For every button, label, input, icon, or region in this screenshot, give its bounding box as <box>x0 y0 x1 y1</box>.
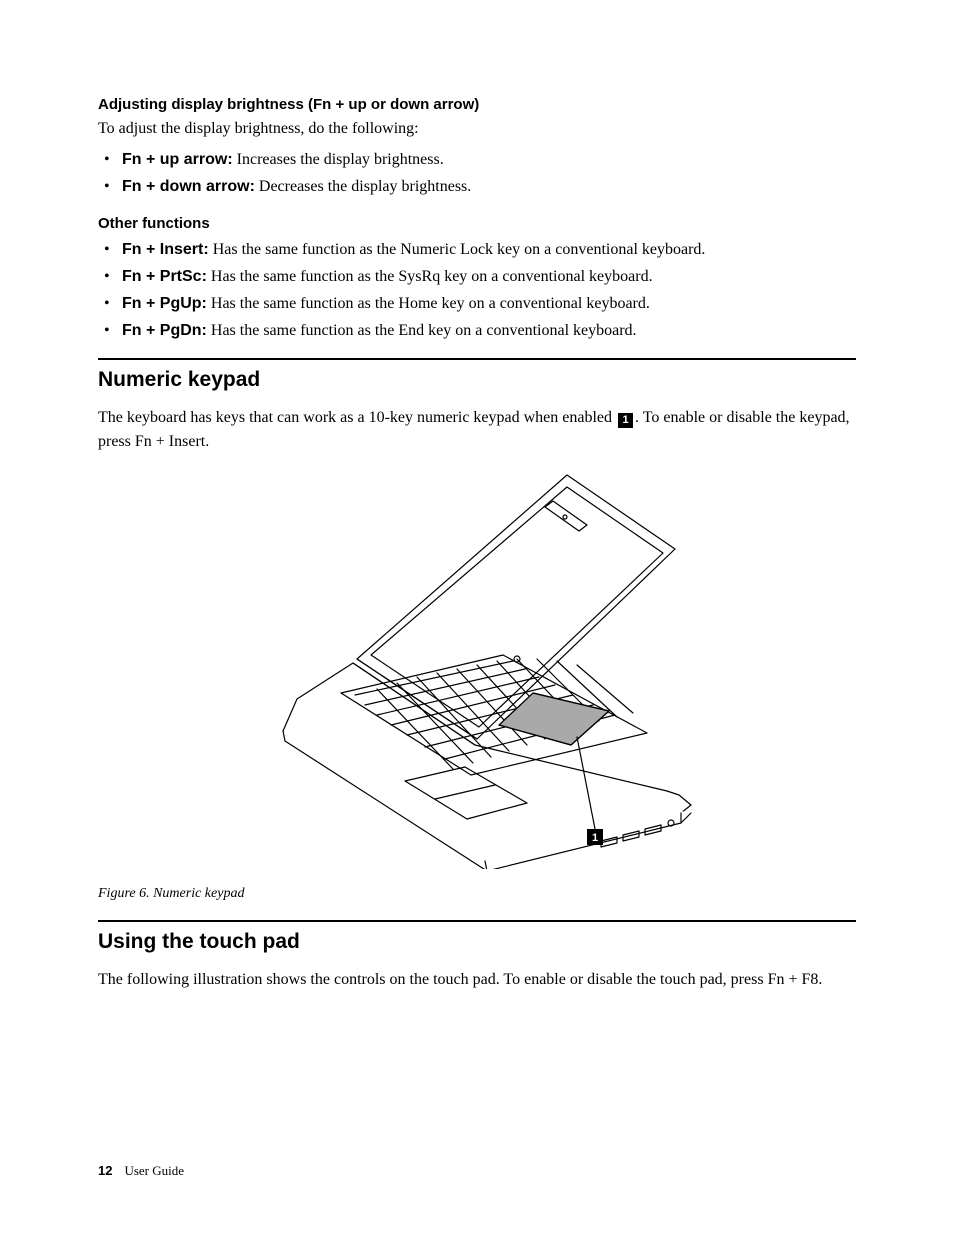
brightness-list: Fn + up arrow: Increases the display bri… <box>98 146 856 200</box>
key-label: Fn + PrtSc: <box>122 268 207 285</box>
key-desc: Has the same function as the Numeric Loc… <box>209 241 706 258</box>
page-number: 12 <box>98 1163 112 1178</box>
figure-callout-1-label: 1 <box>592 832 598 844</box>
key-label: Fn + Insert: <box>122 241 209 258</box>
figure-numeric-keypad: 1 <box>98 469 856 874</box>
section-divider <box>98 920 856 922</box>
numeric-paragraph: The keyboard has keys that can work as a… <box>98 406 856 452</box>
subheading-other: Other functions <box>98 215 856 232</box>
list-item: Fn + down arrow: Decreases the display b… <box>122 173 856 200</box>
list-item: Fn + PgUp: Has the same function as the … <box>122 290 856 317</box>
list-item: Fn + Insert: Has the same function as th… <box>122 236 856 263</box>
laptop-illustration: 1 <box>257 469 697 869</box>
brightness-intro: To adjust the display brightness, do the… <box>98 117 856 140</box>
callout-1-inline: 1 <box>618 413 633 428</box>
subheading-brightness: Adjusting display brightness (Fn + up or… <box>98 96 856 113</box>
page-footer: 12 User Guide <box>98 1163 184 1179</box>
numeric-para-before: The keyboard has keys that can work as a… <box>98 409 616 426</box>
key-desc: Has the same function as the Home key on… <box>207 295 650 312</box>
heading-numeric-keypad: Numeric keypad <box>98 368 856 392</box>
heading-touch-pad: Using the touch pad <box>98 930 856 954</box>
key-label: Fn + PgUp: <box>122 295 207 312</box>
footer-label: User Guide <box>124 1163 184 1178</box>
document-page: Adjusting display brightness (Fn + up or… <box>0 0 954 1235</box>
figure-callout-1: 1 <box>587 829 603 845</box>
key-desc: Decreases the display brightness. <box>255 178 471 195</box>
section-divider <box>98 358 856 360</box>
key-label: Fn + up arrow: <box>122 151 233 168</box>
key-label: Fn + PgDn: <box>122 322 207 339</box>
other-list: Fn + Insert: Has the same function as th… <box>98 236 856 345</box>
list-item: Fn + PrtSc: Has the same function as the… <box>122 263 856 290</box>
key-desc: Has the same function as the End key on … <box>207 322 637 339</box>
list-item: Fn + PgDn: Has the same function as the … <box>122 317 856 344</box>
key-label: Fn + down arrow: <box>122 178 255 195</box>
figure-caption: Figure 6. Numeric keypad <box>98 886 856 902</box>
key-desc: Has the same function as the SysRq key o… <box>207 268 653 285</box>
list-item: Fn + up arrow: Increases the display bri… <box>122 146 856 173</box>
key-desc: Increases the display brightness. <box>233 151 444 168</box>
touchpad-paragraph: The following illustration shows the con… <box>98 968 856 991</box>
